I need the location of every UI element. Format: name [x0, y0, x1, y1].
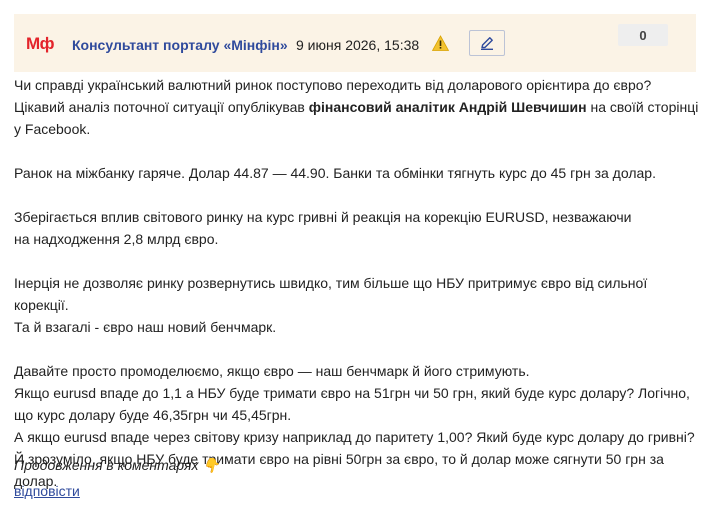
author-name[interactable]: Консультант порталу «Мінфін»: [72, 37, 288, 53]
paragraph-1-line-1: Чи справді український валютний ринок по…: [14, 77, 652, 93]
paragraph-1-line-2b: на своїй сторінці: [586, 99, 699, 115]
warning-icon[interactable]: [431, 35, 450, 52]
post-header: Мф Консультант порталу «Мінфін» 9 июня 2…: [14, 14, 696, 72]
reply-link[interactable]: відповісти: [14, 483, 80, 499]
paragraph-5-line-1: Давайте просто промоделюємо, якщо євро —…: [14, 363, 530, 379]
post-body: Чи справді український валютний ринок по…: [14, 74, 700, 514]
edit-button[interactable]: [469, 30, 505, 56]
paragraph-2-line-1: Ранок на міжбанку гаряче. Долар 44.87 — …: [14, 165, 656, 181]
paragraph-1-line-2a: Цікавий аналіз поточної ситуації опублік…: [14, 99, 309, 115]
pencil-icon: [481, 37, 493, 51]
post-date: 9 июня 2026, 15:38: [296, 37, 420, 53]
paragraph-3: Зберігається вплив світового ринку на ку…: [14, 206, 700, 250]
paragraph-5-line-4: А якщо eurusd впаде через світову кризу …: [14, 429, 695, 445]
paragraph-1-line-3: у Facebook.: [14, 121, 91, 137]
continued-in-comments: Продовження в коментарях 👇: [14, 457, 220, 473]
paragraph-3-line-2: на надходження 2,8 млрд євро.: [14, 231, 219, 247]
minfin-logo[interactable]: Мф: [26, 34, 55, 54]
paragraph-5-line-2: Якщо eurusd впаде до 1,1 а НБУ буде трим…: [14, 385, 690, 401]
analyst-name: фінансовий аналітик Андрій Шевчишин: [308, 99, 587, 115]
paragraph-4: Інерція не дозволяє ринку розвернутись ш…: [14, 272, 700, 338]
paragraph-4-line-1: Інерція не дозволяє ринку розвернутись ш…: [14, 275, 648, 313]
paragraph-3-line-1: Зберігається вплив світового ринку на ку…: [14, 209, 632, 225]
paragraph-1: Чи справді український валютний ринок по…: [14, 74, 700, 140]
paragraph-2: Ранок на міжбанку гаряче. Долар 44.87 — …: [14, 162, 700, 184]
paragraph-5-line-3: що курс долару буде 46,35грн чи 45,45грн…: [14, 407, 292, 423]
rating-count-badge[interactable]: 0: [618, 24, 668, 46]
paragraph-4-line-2: Та й взагалі - євро наш новий бенчмарк.: [14, 319, 277, 335]
warning-icon-svg: [431, 35, 450, 51]
